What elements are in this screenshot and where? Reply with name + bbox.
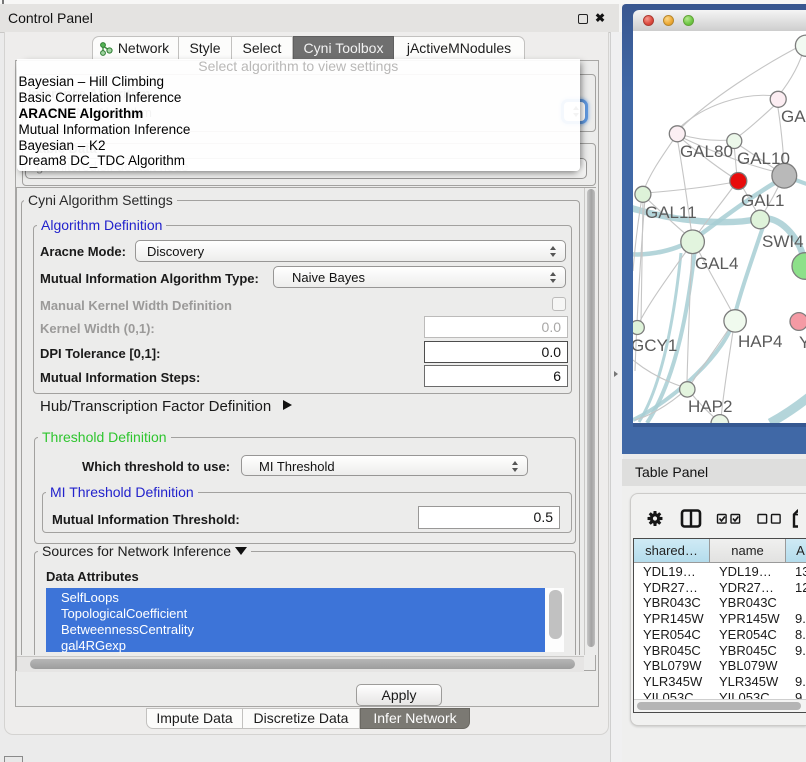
svg-text:GAL80: GAL80 <box>680 142 733 161</box>
svg-text:Y: Y <box>799 333 806 352</box>
svg-text:GAL1: GAL1 <box>741 191 784 210</box>
svg-text:SWI4: SWI4 <box>762 232 804 251</box>
svg-text:HAP2: HAP2 <box>688 397 732 416</box>
svg-text:HAP4: HAP4 <box>738 332 782 351</box>
svg-text:GAL10: GAL10 <box>737 149 790 168</box>
svg-text:GCY1: GCY1 <box>633 336 677 355</box>
svg-text:GAL: GAL <box>781 107 806 126</box>
svg-text:GAL11: GAL11 <box>645 203 697 222</box>
svg-text:GAL4: GAL4 <box>695 254 738 273</box>
